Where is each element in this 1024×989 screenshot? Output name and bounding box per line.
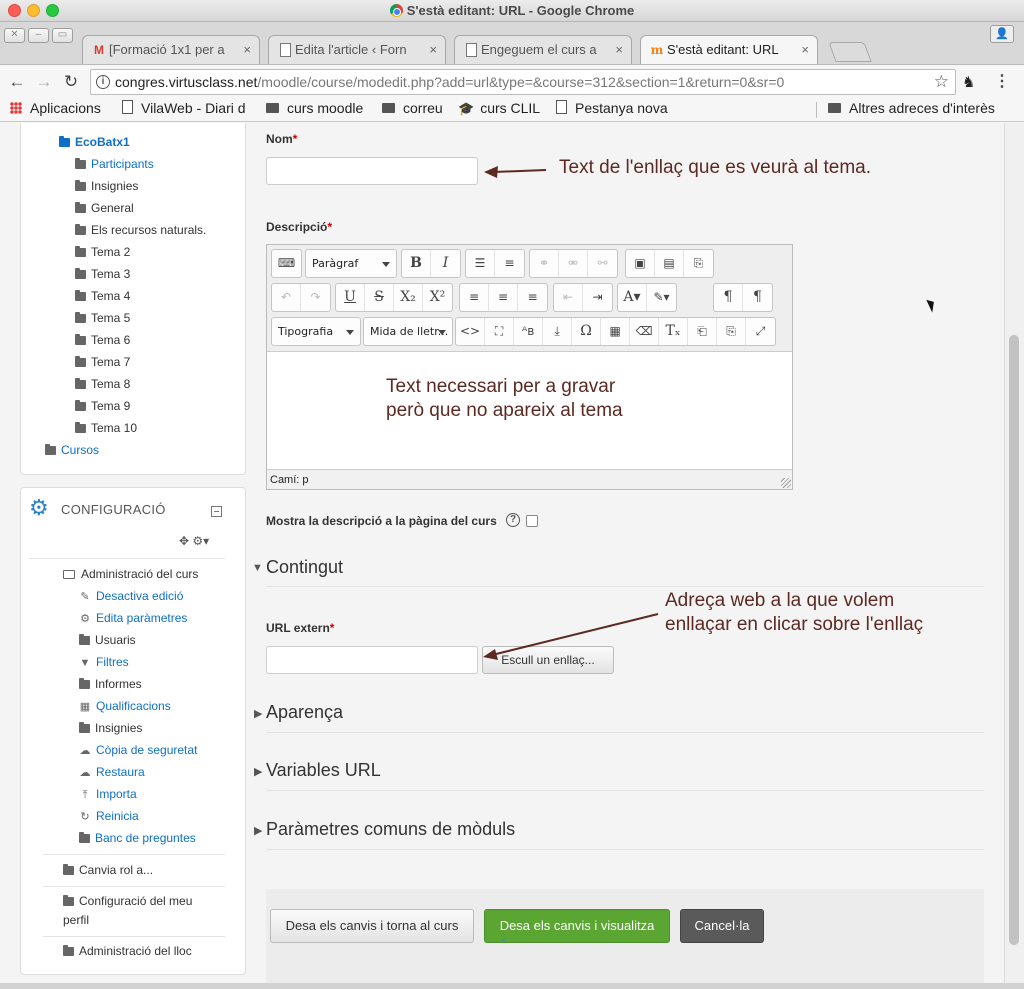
tab-edit-article[interactable]: Edita l'article ‹ Forn × bbox=[268, 35, 446, 64]
bookmark-correu[interactable]: correu bbox=[382, 100, 443, 116]
star-icon[interactable]: ☆ bbox=[934, 70, 949, 94]
url-domain: congres.virtusclass.net bbox=[115, 74, 258, 90]
bookmarks-bar: Aplicacions VilaWeb - Diari d curs moodl… bbox=[0, 98, 1024, 122]
document-icon bbox=[464, 43, 478, 57]
bookmark-curs-clil[interactable]: 🎓 curs CLIL bbox=[458, 100, 540, 117]
tab-close-icon[interactable]: × bbox=[801, 42, 809, 57]
tab-close-icon[interactable]: × bbox=[243, 42, 251, 57]
tab-editing-url[interactable]: m S'està editant: URL × bbox=[640, 35, 818, 64]
tab-close-icon[interactable]: × bbox=[615, 42, 623, 57]
restore-icon[interactable]: ▭ bbox=[52, 28, 73, 43]
document-icon bbox=[278, 43, 292, 57]
window-controls: ✕ – ▭ bbox=[4, 28, 73, 43]
bookmark-vilaweb[interactable]: VilaWeb - Diari d bbox=[122, 100, 246, 116]
tab-close-icon[interactable]: × bbox=[429, 42, 437, 57]
annotation-arrows bbox=[483, 166, 659, 660]
page-viewport: EcoBatx1 Participants Insignies General … bbox=[0, 123, 1004, 983]
bookmark-curs-moodle[interactable]: curs moodle bbox=[266, 100, 363, 116]
window-title: S'està editant: URL - Google Chrome bbox=[0, 3, 1024, 18]
profile-icon[interactable]: 👤 bbox=[990, 25, 1014, 43]
info-icon[interactable]: i bbox=[96, 75, 110, 89]
window-titlebar: S'està editant: URL - Google Chrome bbox=[0, 0, 1024, 22]
tab-label: Edita l'article ‹ Forn bbox=[295, 42, 407, 57]
tab-engeguem[interactable]: Engeguem el curs a × bbox=[454, 35, 632, 64]
extension-icon[interactable]: ♞ bbox=[962, 73, 975, 91]
tab-label: Engeguem el curs a bbox=[481, 42, 597, 57]
browser-toolbar: ← → ↻ i congres.virtusclass.net/moodle/c… bbox=[0, 64, 1024, 98]
bookmark-apps[interactable]: Aplicacions bbox=[10, 100, 101, 116]
tab-label: [Formació 1x1 per a bbox=[109, 42, 225, 57]
page-scrollbar[interactable] bbox=[1004, 123, 1024, 983]
minimize-icon[interactable]: – bbox=[28, 28, 49, 43]
bookmark-separator bbox=[816, 102, 817, 118]
menu-icon[interactable]: ⋮ bbox=[994, 71, 1010, 91]
apps-icon bbox=[10, 102, 22, 114]
tab-strip: ✕ – ▭ M [Formació 1x1 per a × Edita l'ar… bbox=[0, 22, 1024, 64]
close-icon[interactable]: ✕ bbox=[4, 28, 25, 43]
back-arrow-icon[interactable]: ← bbox=[6, 71, 28, 93]
new-tab-button[interactable] bbox=[828, 42, 872, 62]
reload-icon[interactable]: ↻ bbox=[60, 71, 82, 93]
arrow-to-url-input bbox=[483, 613, 659, 660]
address-bar[interactable]: i congres.virtusclass.net/moodle/course/… bbox=[90, 69, 956, 95]
forward-arrow-icon[interactable]: → bbox=[33, 71, 55, 93]
moodle-icon: m bbox=[650, 43, 664, 57]
graduation-cap-icon: 🎓 bbox=[458, 101, 475, 116]
window-bottom-edge bbox=[0, 983, 1024, 989]
bookmark-altres-adreces[interactable]: Altres adreces d'interès bbox=[828, 100, 995, 116]
gmail-icon: M bbox=[94, 43, 104, 57]
tab-gmail[interactable]: M [Formació 1x1 per a × bbox=[82, 35, 260, 64]
chrome-icon bbox=[389, 4, 403, 17]
tab-label: S'està editant: URL bbox=[667, 42, 779, 57]
arrow-to-name-input bbox=[484, 166, 547, 178]
scrollbar-thumb[interactable] bbox=[1009, 335, 1019, 945]
url-path: /moodle/course/modedit.php?add=url&type=… bbox=[257, 74, 785, 90]
bookmark-pestanya-nova[interactable]: Pestanya nova bbox=[556, 100, 668, 116]
